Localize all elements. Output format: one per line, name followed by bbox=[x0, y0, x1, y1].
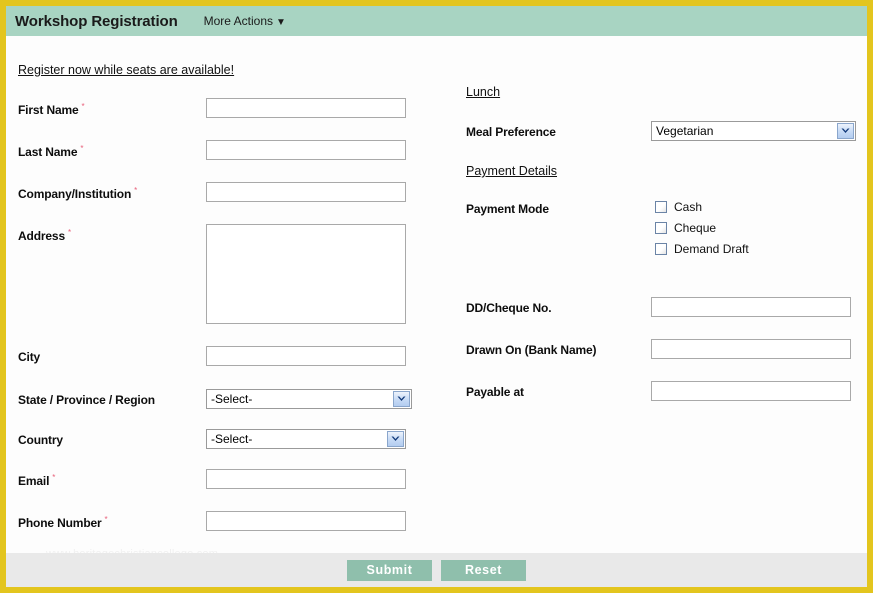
checkbox-icon[interactable] bbox=[655, 243, 667, 255]
registration-form-window: Workshop Registration More Actions ▼ Regi… bbox=[0, 0, 873, 593]
label-address: Address * bbox=[18, 228, 71, 243]
page-title: Workshop Registration bbox=[15, 12, 178, 30]
label-last-name: Last Name * bbox=[18, 144, 84, 159]
form-content: Register now while seats are available! … bbox=[6, 36, 867, 560]
label-drawn-on: Drawn On (Bank Name) bbox=[466, 343, 597, 357]
checkbox-demand-draft[interactable]: Demand Draft bbox=[655, 242, 749, 256]
chevron-down-icon[interactable] bbox=[393, 391, 410, 407]
label-payment-mode: Payment Mode bbox=[466, 202, 549, 216]
checkbox-cheque-label: Cheque bbox=[674, 221, 717, 235]
more-actions-menu[interactable]: More Actions ▼ bbox=[204, 14, 286, 28]
more-actions-label: More Actions bbox=[203, 14, 274, 28]
label-country: Country bbox=[18, 433, 63, 447]
heading-lunch[interactable]: Lunch bbox=[466, 85, 500, 99]
required-asterisk: * bbox=[134, 186, 138, 195]
label-phone: Phone Number * bbox=[18, 515, 108, 530]
label-payable-at: Payable at bbox=[466, 385, 524, 399]
heading-payment-details[interactable]: Payment Details bbox=[466, 164, 557, 178]
label-email: Email * bbox=[18, 473, 56, 488]
checkbox-cash[interactable]: Cash bbox=[655, 200, 702, 214]
required-asterisk: * bbox=[104, 515, 108, 524]
required-asterisk: * bbox=[80, 144, 84, 153]
input-payable-at[interactable] bbox=[651, 381, 851, 401]
label-company: Company/Institution * bbox=[18, 186, 138, 201]
input-city[interactable] bbox=[206, 346, 406, 366]
label-meal-preference: Meal Preference bbox=[466, 125, 556, 139]
input-dd-cheque-no[interactable] bbox=[651, 297, 851, 317]
select-meal-preference[interactable]: Vegetarian bbox=[651, 121, 856, 141]
chevron-down-icon[interactable] bbox=[837, 123, 854, 139]
input-first-name[interactable] bbox=[206, 98, 406, 118]
select-state[interactable]: -Select- bbox=[206, 389, 412, 409]
left-column: First Name * Last Name * Company/Instituti… bbox=[6, 36, 446, 553]
checkbox-demand-draft-label: Demand Draft bbox=[674, 242, 749, 256]
select-country[interactable]: -Select- bbox=[206, 429, 406, 449]
label-first-name: First Name * bbox=[18, 102, 85, 117]
window-titlebar: Workshop Registration More Actions ▼ bbox=[6, 6, 867, 36]
input-phone[interactable] bbox=[206, 511, 406, 531]
required-asterisk: * bbox=[52, 473, 56, 482]
select-state-value: -Select- bbox=[211, 392, 253, 406]
checkbox-icon[interactable] bbox=[655, 201, 667, 213]
select-country-value: -Select- bbox=[211, 432, 253, 446]
checkbox-cash-label: Cash bbox=[674, 200, 703, 214]
input-address[interactable] bbox=[206, 224, 406, 324]
input-company[interactable] bbox=[206, 182, 406, 202]
required-asterisk: * bbox=[81, 102, 85, 111]
checkbox-icon[interactable] bbox=[655, 222, 667, 234]
chevron-down-icon: ▼ bbox=[276, 17, 286, 28]
checkbox-cheque[interactable]: Cheque bbox=[655, 221, 716, 235]
chevron-down-icon[interactable] bbox=[387, 431, 404, 447]
select-meal-preference-value: Vegetarian bbox=[656, 124, 714, 138]
label-dd-cheque-no: DD/Cheque No. bbox=[466, 301, 552, 315]
label-state: State / Province / Region bbox=[18, 393, 155, 407]
footer-spacer bbox=[6, 587, 867, 593]
input-email[interactable] bbox=[206, 469, 406, 489]
submit-button[interactable]: Submit bbox=[347, 559, 432, 581]
required-asterisk: * bbox=[67, 228, 71, 237]
reset-button[interactable]: Reset bbox=[441, 559, 526, 581]
input-drawn-on[interactable] bbox=[651, 339, 851, 359]
form-footer: Submit Reset bbox=[6, 553, 867, 587]
right-column: Lunch Meal Preference Vegetarian Payment… bbox=[446, 36, 867, 553]
label-city: City bbox=[18, 350, 41, 364]
input-last-name[interactable] bbox=[206, 140, 406, 160]
